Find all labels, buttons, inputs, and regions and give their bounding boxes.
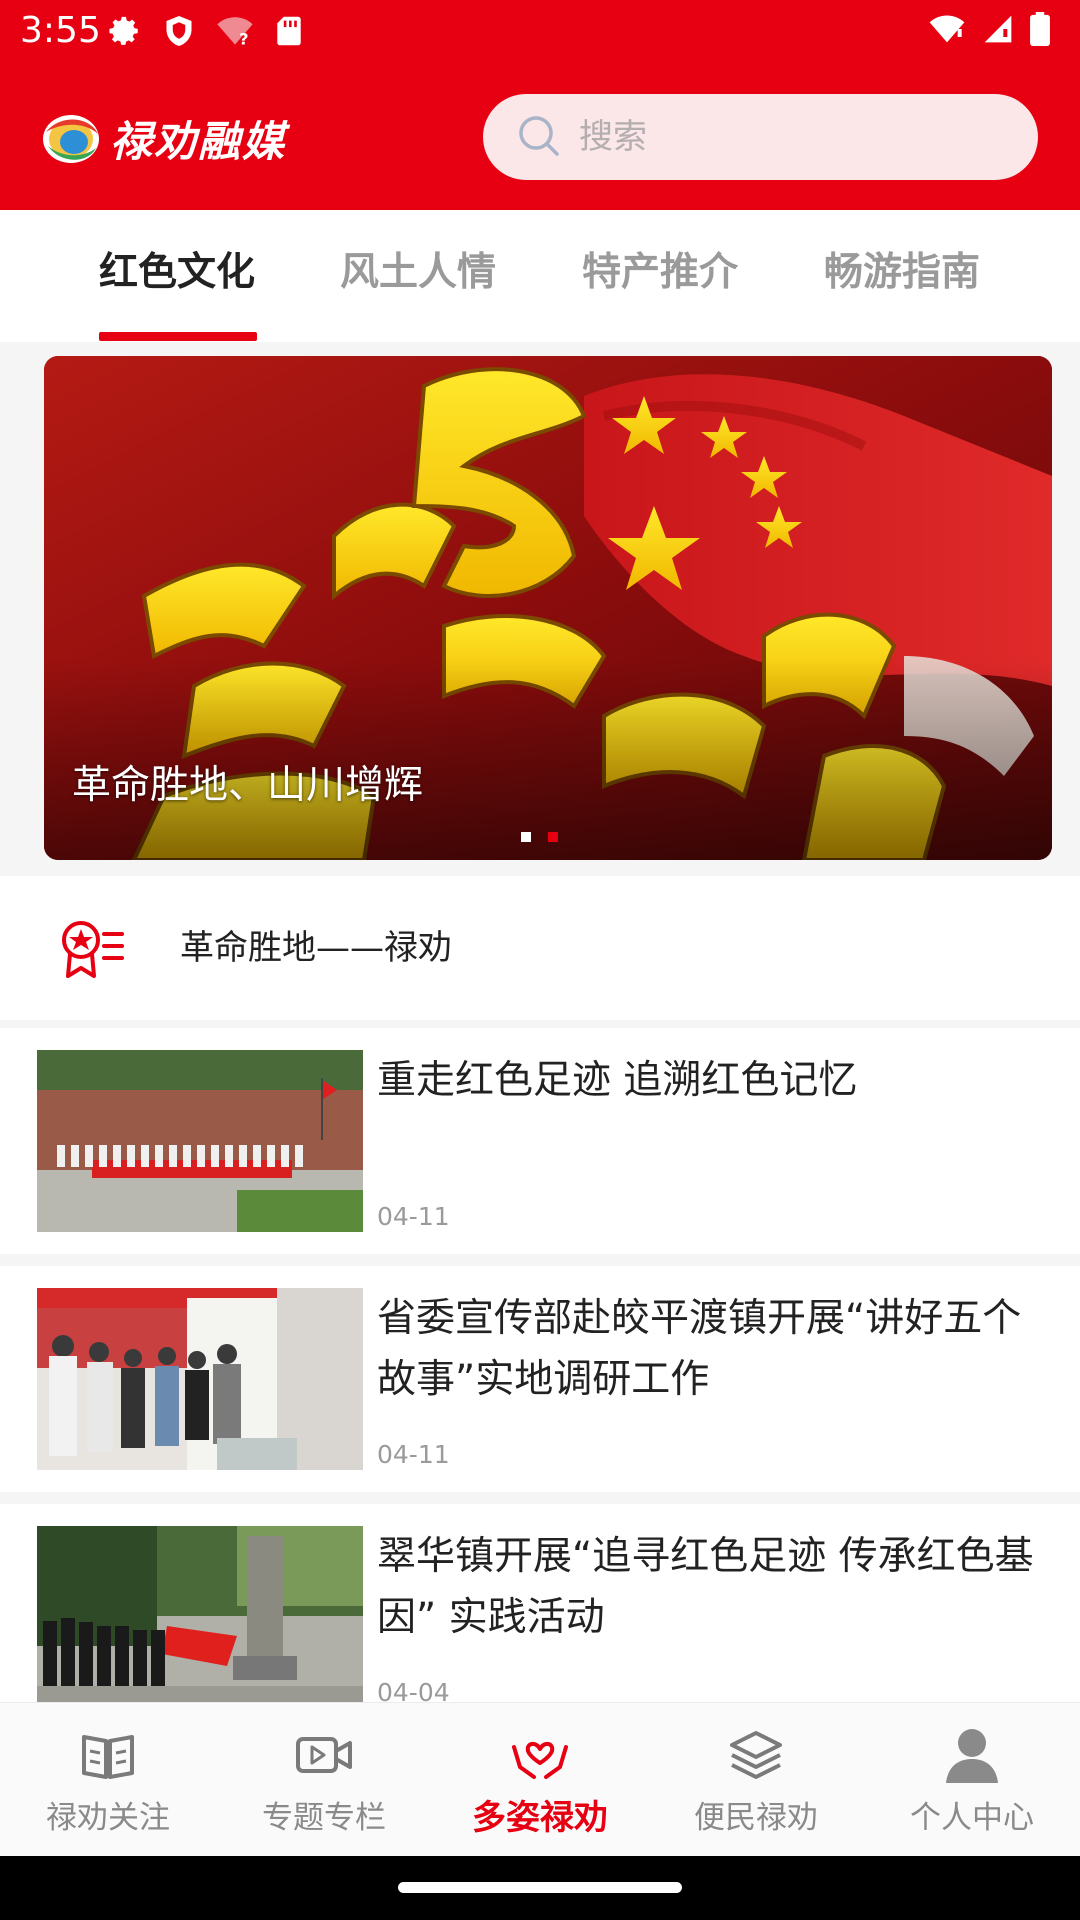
news-item[interactable]: 省委宣传部赴皎平渡镇开展“讲好五个故事”实地调研工作 04-11 xyxy=(0,1266,1080,1492)
news-item[interactable]: 翠华镇开展“追寻红色足迹 传承红色基因” 实践活动 04-04 xyxy=(0,1504,1080,1730)
red-star-badge-icon xyxy=(62,921,124,978)
wifi-question-icon: ? xyxy=(217,17,253,48)
wifi-icon xyxy=(929,15,965,43)
tab-red-culture[interactable]: 红色文化 xyxy=(99,248,255,298)
news-thumbnail xyxy=(37,1050,363,1232)
gear-icon xyxy=(109,16,138,45)
nav-label: 便民禄劝 xyxy=(694,1800,818,1836)
section-label: 革命胜地——禄劝 xyxy=(180,928,452,968)
news-title: 翠华镇开展“追寻红色足迹 传承红色基因” 实践活动 xyxy=(377,1534,1034,1640)
news-item[interactable]: 重走红色足迹 追溯红色记忆 04-11 xyxy=(0,1028,1080,1254)
banner-dot-2[interactable] xyxy=(548,832,558,842)
user-icon xyxy=(946,1729,998,1783)
section-header[interactable]: 革命胜地——禄劝 xyxy=(0,876,1080,1020)
signal-icon xyxy=(984,15,1012,43)
status-time: 3:55 xyxy=(20,10,101,51)
home-gesture-pill[interactable] xyxy=(398,1882,682,1893)
search-input[interactable]: 搜索 xyxy=(483,94,1038,180)
nav-label: 多姿禄劝 xyxy=(472,1798,608,1838)
layers-icon xyxy=(730,1731,782,1779)
banner-caption: 革命胜地、山川增辉 xyxy=(72,763,424,808)
logo-emblem-icon xyxy=(43,114,99,163)
nav-item-convenience[interactable]: 便民禄劝 xyxy=(648,1703,864,1857)
banner-dot-1[interactable] xyxy=(521,832,531,842)
video-camera-icon xyxy=(296,1737,352,1773)
sd-card-icon xyxy=(277,16,301,46)
nav-label: 个人中心 xyxy=(910,1800,1034,1836)
svg-text:?: ? xyxy=(239,30,248,48)
status-left-icons: ? xyxy=(108,14,302,48)
news-title: 省委宣传部赴皎平渡镇开展“讲好五个故事”实地调研工作 xyxy=(377,1296,1022,1402)
tab-local-products[interactable]: 特产推介 xyxy=(582,248,738,298)
nav-item-luquan-focus[interactable]: 禄劝关注 xyxy=(0,1703,216,1857)
heart-hands-icon xyxy=(512,1742,568,1779)
search-icon xyxy=(519,116,559,156)
status-right-icons xyxy=(928,12,1050,46)
system-navigation-bar xyxy=(0,1856,1080,1920)
news-title: 重走红色足迹 追溯红色记忆 xyxy=(377,1058,858,1103)
nav-label: 禄劝关注 xyxy=(46,1800,170,1836)
nav-item-special-column[interactable]: 专题专栏 xyxy=(216,1703,432,1857)
news-date: 04-11 xyxy=(377,1202,450,1231)
news-thumbnail xyxy=(37,1526,363,1708)
nav-item-profile[interactable]: 个人中心 xyxy=(864,1703,1080,1857)
tab-active-indicator xyxy=(99,332,257,341)
logo-text: 禄劝融媒 xyxy=(110,117,287,166)
tab-travel-guide[interactable]: 畅游指南 xyxy=(824,248,980,298)
news-date: 04-11 xyxy=(377,1440,450,1469)
nav-item-colorful-luquan[interactable]: 多姿禄劝 xyxy=(432,1703,648,1857)
news-thumbnail xyxy=(37,1288,363,1470)
shield-icon xyxy=(166,16,192,46)
tab-local-customs[interactable]: 风土人情 xyxy=(340,248,496,298)
category-tabs: 红色文化 风土人情 特产推介 畅游指南 xyxy=(0,210,1080,342)
app-header: 禄劝融媒 搜索 xyxy=(0,62,1080,210)
search-placeholder: 搜索 xyxy=(579,117,647,157)
nav-label: 专题专栏 xyxy=(262,1800,386,1836)
bottom-navigation: 禄劝关注 专题专栏 多姿禄劝 便民禄劝 个人中心 xyxy=(0,1702,1080,1856)
app-logo[interactable]: 禄劝融媒 xyxy=(40,108,286,169)
status-bar: 3:55 ? xyxy=(0,0,1080,62)
battery-icon xyxy=(1030,12,1050,46)
open-book-icon xyxy=(82,1735,134,1779)
